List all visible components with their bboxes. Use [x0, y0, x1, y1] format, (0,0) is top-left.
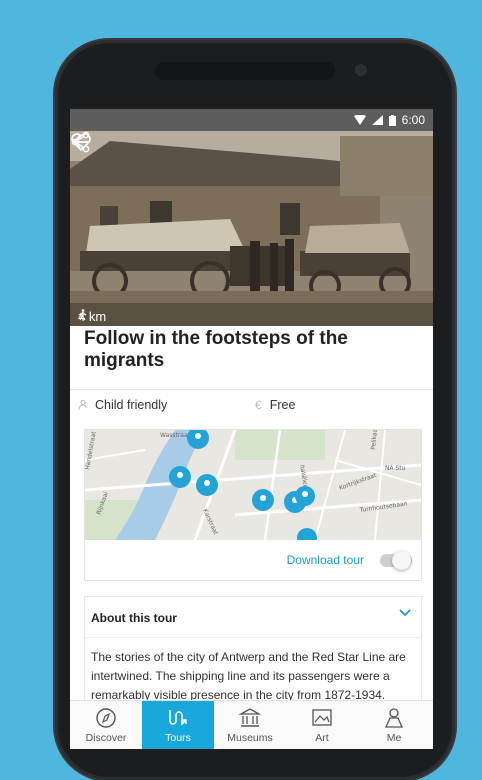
feature-free: € Free: [255, 398, 295, 412]
nav-label: Discover: [85, 732, 127, 744]
museum-icon: [238, 708, 262, 727]
feature-label: Free: [269, 398, 296, 412]
hero-image: 4 km: [70, 131, 433, 326]
map-pin-icon[interactable]: [196, 474, 218, 496]
user-icon: [384, 708, 404, 728]
phone-camera: [355, 64, 367, 76]
tour-title: Follow in the footsteps of the migrants: [84, 328, 348, 371]
route-icon: [169, 710, 187, 726]
phone-speaker: [155, 62, 335, 80]
toggle-knob: [392, 551, 411, 570]
share-icon[interactable]: [70, 131, 92, 153]
nav-museums[interactable]: Museums: [214, 701, 286, 749]
status-bar: 6:00: [70, 109, 433, 131]
about-heading: About this tour: [91, 611, 177, 625]
feature-child-friendly: Child friendly: [78, 398, 167, 412]
chevron-down-icon[interactable]: [399, 609, 411, 617]
app-screen: 6:00 4 km Follow in the footsteps of the…: [70, 109, 433, 749]
battery-icon: [388, 114, 396, 126]
divider: [85, 637, 421, 638]
map-card: Wasstraat Italiëlei Pelikaanstraat NA St…: [84, 429, 422, 581]
svg-text:Wasstraat: Wasstraat: [160, 432, 191, 439]
tour-distance: 4 km: [78, 309, 106, 324]
hero-photo: [70, 131, 433, 326]
nav-tours[interactable]: Tours: [142, 701, 214, 749]
signal-icon: [371, 115, 383, 125]
divider: [70, 389, 433, 390]
walking-icon: [78, 309, 87, 321]
about-description: The stories of the city of Antwerp and t…: [91, 650, 406, 702]
nav-label: Tours: [165, 732, 191, 744]
download-tour-label[interactable]: Download tour: [287, 553, 364, 567]
tour-map[interactable]: Wasstraat Italiëlei Pelikaanstraat NA St…: [85, 430, 421, 540]
svg-text:NA Stu: NA Stu: [385, 465, 406, 472]
nav-label: Museums: [227, 732, 273, 744]
map-pin-icon[interactable]: [295, 486, 315, 506]
picture-icon: [312, 709, 332, 726]
map-pin-icon[interactable]: [252, 489, 274, 511]
euro-icon: €: [255, 398, 262, 412]
compass-icon: [96, 708, 116, 728]
wifi-icon: [353, 115, 366, 125]
nav-me[interactable]: Me: [358, 701, 430, 749]
nav-label: Me: [386, 732, 402, 744]
child-friendly-icon: [78, 399, 87, 410]
download-toggle[interactable]: [377, 550, 413, 570]
bottom-navigation: Discover Tours Museums Art Me: [70, 700, 433, 749]
download-row: Download tour: [85, 542, 421, 578]
nav-label: Art: [315, 732, 329, 744]
nav-art[interactable]: Art: [286, 701, 358, 749]
feature-label: Child friendly: [95, 398, 168, 412]
tour-features: Child friendly € Free: [70, 392, 433, 420]
map-pin-icon[interactable]: [169, 466, 191, 488]
nav-discover[interactable]: Discover: [70, 701, 142, 749]
status-time: 6:00: [401, 113, 425, 127]
